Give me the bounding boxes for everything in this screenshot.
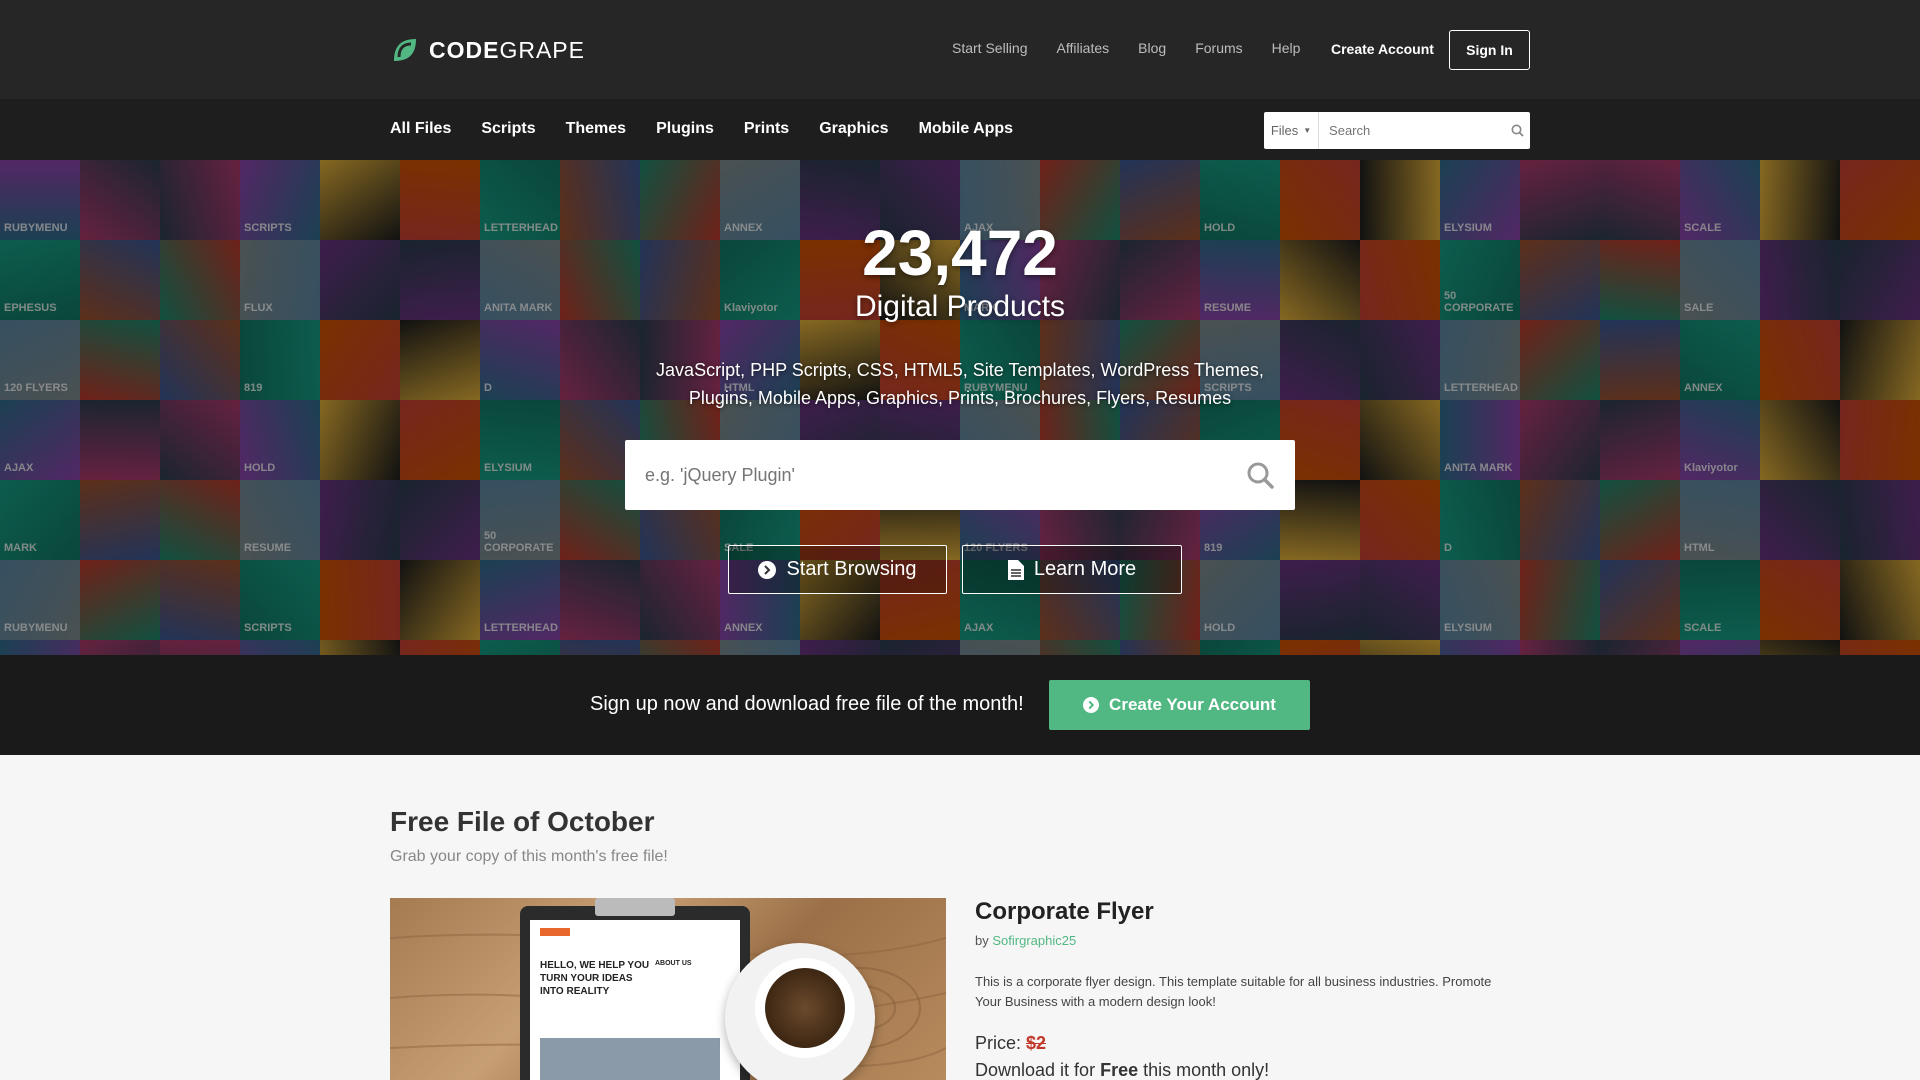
by-label: by <box>975 933 989 948</box>
flyer-photo <box>540 1038 720 1080</box>
logo[interactable]: CODEGRAPE <box>390 34 585 66</box>
coffee <box>765 968 845 1048</box>
help-link[interactable]: Help <box>1272 40 1301 56</box>
start-browsing-button[interactable]: Start Browsing <box>728 545 947 594</box>
caret-down-icon: ▼ <box>1303 126 1312 135</box>
flyer-about: ABOUT US <box>655 960 692 967</box>
flyer-logo-mark <box>540 928 570 936</box>
hero-subtitle: Digital Products <box>854 290 1066 323</box>
nav-themes[interactable]: Themes <box>566 120 626 138</box>
search-icon[interactable] <box>1225 461 1295 489</box>
nav-scripts[interactable]: Scripts <box>481 120 535 138</box>
hero-search-input[interactable] <box>625 440 1225 510</box>
grape-leaf-icon <box>394 39 416 61</box>
create-your-account-button[interactable]: Create Your Account <box>1049 680 1310 730</box>
free-file-description: This is a corporate flyer design. This t… <box>975 974 1492 1009</box>
nav-mobile-apps[interactable]: Mobile Apps <box>919 120 1014 138</box>
learn-more-label: Learn More <box>1033 558 1137 580</box>
flyer-paper: HELLO, WE HELP YOU TURN YOUR IDEAS INTO … <box>530 920 740 1080</box>
arrow-circle-icon <box>758 560 777 579</box>
flyer-headline-3: INTO REALITY <box>540 986 610 997</box>
logo-text: CODEGRAPE <box>429 36 585 63</box>
nav-plugins[interactable]: Plugins <box>656 120 714 138</box>
search-icon[interactable] <box>1505 124 1530 137</box>
free-file-price: Price: $2 <box>975 1033 1046 1054</box>
create-account-link[interactable]: Create Account <box>1331 41 1434 57</box>
category-nav: All Files Scripts Themes Plugins Prints … <box>0 99 1920 160</box>
signup-text: Sign up now and download free file of th… <box>590 693 1024 715</box>
old-price: $2 <box>1026 1033 1047 1053</box>
blog-link[interactable]: Blog <box>1138 40 1166 56</box>
author-link[interactable]: Sofirgraphic25 <box>992 933 1076 948</box>
header-search-input[interactable] <box>1319 123 1506 138</box>
forums-link[interactable]: Forums <box>1195 40 1242 56</box>
clip <box>595 898 675 916</box>
download-suffix: this month only! <box>1143 1060 1270 1080</box>
free-file-title: Free File of October <box>390 806 655 837</box>
hero-section: RUBYMENU SCRIPTS LETTERHEAD ANNEX AJAX HOLD EL… <box>0 160 1920 655</box>
search-scope-label: Files <box>1270 123 1299 138</box>
start-browsing-label: Start Browsing <box>786 558 917 580</box>
arrow-circle-icon <box>1083 697 1100 713</box>
affiliates-link[interactable]: Affiliates <box>1056 40 1109 56</box>
header-search: Files ▼ <box>1264 112 1530 149</box>
nav-all-files[interactable]: All Files <box>390 120 451 138</box>
top-links: Start Selling Affiliates Blog Forums Hel… <box>952 40 1329 56</box>
learn-more-button[interactable]: Learn More <box>962 545 1182 594</box>
nav-prints[interactable]: Prints <box>744 120 789 138</box>
sign-in-button[interactable]: Sign In <box>1449 30 1530 70</box>
nav-graphics[interactable]: Graphics <box>819 120 888 138</box>
hero-search <box>625 440 1295 510</box>
category-list: All Files Scripts Themes Plugins Prints … <box>390 120 1043 138</box>
download-prefix: Download it for <box>975 1060 1096 1080</box>
create-your-account-label: Create Your Account <box>1109 695 1276 714</box>
free-file-preview-image[interactable]: HELLO, WE HELP YOU TURN YOUR IDEAS INTO … <box>390 898 946 1080</box>
search-scope-dropdown[interactable]: Files ▼ <box>1264 112 1320 149</box>
signup-band: Sign up now and download free file of th… <box>0 655 1920 755</box>
free-file-download-note: Download it for Free this month only! <box>975 1060 1269 1080</box>
top-header: CODEGRAPE Start Selling Affiliates Blog … <box>0 0 1920 99</box>
free-file-name[interactable]: Corporate Flyer <box>975 898 1154 926</box>
hero-description: JavaScript, PHP Scripts, CSS, HTML5, Sit… <box>656 360 1264 408</box>
start-selling-link[interactable]: Start Selling <box>952 40 1027 56</box>
download-free: Free <box>1100 1060 1139 1080</box>
document-icon <box>1007 559 1024 580</box>
flyer-headline-1: HELLO, WE HELP YOU <box>540 960 650 971</box>
free-file-byline: by Sofirgraphic25 <box>975 933 1076 948</box>
free-file-subtitle: Grab your copy of this month's free file… <box>390 848 668 865</box>
flyer-headline-2: TURN YOUR IDEAS <box>540 973 633 984</box>
price-label: Price: <box>975 1033 1022 1053</box>
product-count: 23,472 <box>862 217 1058 289</box>
